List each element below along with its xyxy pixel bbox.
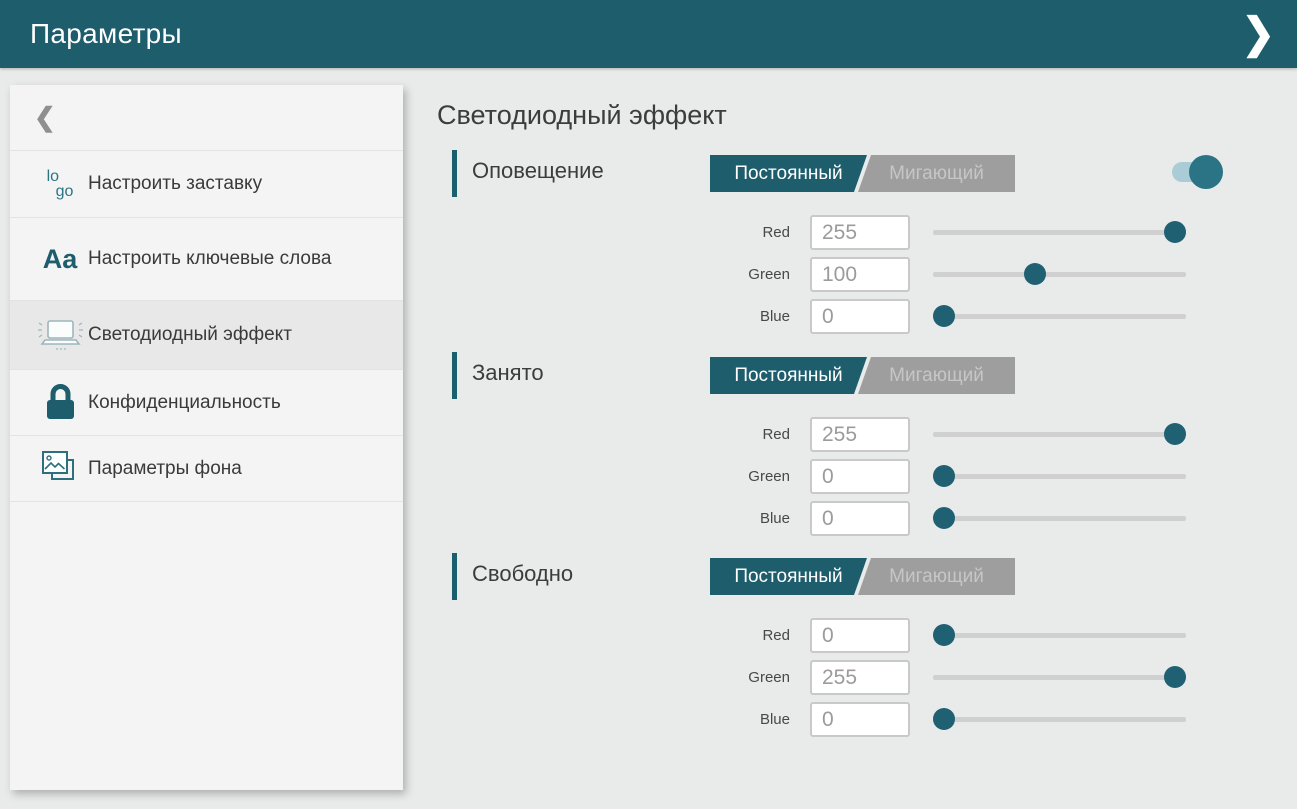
- slider-rail: [933, 432, 1186, 437]
- sidebar-item-led-effect[interactable]: Светодиодный эффект: [10, 301, 403, 370]
- tab-blinking[interactable]: Мигающий: [858, 558, 1015, 595]
- mode-tabs: Постоянный Мигающий: [710, 357, 1015, 394]
- lock-icon: [32, 383, 88, 423]
- sidebar-back-button[interactable]: ❮: [10, 85, 403, 151]
- green-channel-row: Green: [437, 257, 1207, 292]
- green-label: Green: [640, 459, 790, 494]
- red-value-input[interactable]: [810, 417, 910, 452]
- green-label: Green: [640, 660, 790, 695]
- keywords-aa-icon: Aa: [32, 244, 88, 275]
- slider-thumb[interactable]: [1164, 221, 1186, 243]
- slider-thumb[interactable]: [1024, 263, 1046, 285]
- slider-rail: [933, 314, 1186, 319]
- green-value-input[interactable]: [810, 257, 910, 292]
- blue-value-input[interactable]: [810, 501, 910, 536]
- content-title: Светодиодный эффект: [437, 100, 727, 131]
- section-alert: Оповещение Постоянный Мигающий Red Green…: [437, 150, 1207, 350]
- tab-solid[interactable]: Постоянный: [710, 357, 867, 394]
- section-title: Занято: [472, 360, 544, 386]
- logo-icon: lo go: [32, 169, 88, 199]
- green-slider[interactable]: [933, 459, 1186, 494]
- sidebar-item-background[interactable]: Параметры фона: [10, 436, 403, 502]
- section-accent-bar: [452, 352, 457, 399]
- tab-blinking[interactable]: Мигающий: [858, 155, 1015, 192]
- green-slider[interactable]: [933, 257, 1186, 292]
- section-accent-bar: [452, 150, 457, 197]
- sidebar: ❮ lo go Настроить заставку Aa Настроить …: [10, 85, 403, 790]
- green-slider[interactable]: [933, 660, 1186, 695]
- slider-thumb[interactable]: [933, 624, 955, 646]
- sidebar-item-label: Конфиденциальность: [88, 390, 299, 416]
- slider-rail: [933, 516, 1186, 521]
- slider-thumb[interactable]: [933, 507, 955, 529]
- red-slider[interactable]: [933, 215, 1186, 250]
- slider-rail: [933, 675, 1186, 680]
- sidebar-item-label: Светодиодный эффект: [88, 322, 310, 348]
- sidebar-item-label: Настроить заставку: [88, 171, 280, 197]
- section-free: Свободно Постоянный Мигающий Red Green B…: [437, 553, 1207, 753]
- red-channel-row: Red: [437, 215, 1207, 250]
- blue-label: Blue: [640, 702, 790, 737]
- chevron-left-icon: ❮: [34, 102, 56, 133]
- red-value-input[interactable]: [810, 618, 910, 653]
- blue-slider[interactable]: [933, 299, 1186, 334]
- section-title: Свободно: [472, 561, 573, 587]
- red-label: Red: [640, 215, 790, 250]
- sidebar-item-label: Настроить ключевые слова: [88, 246, 349, 272]
- green-value-input[interactable]: [810, 459, 910, 494]
- sidebar-item-privacy[interactable]: Конфиденциальность: [10, 370, 403, 436]
- blue-label: Blue: [640, 299, 790, 334]
- page-title: Параметры: [30, 18, 182, 50]
- slider-thumb[interactable]: [933, 305, 955, 327]
- red-slider[interactable]: [933, 417, 1186, 452]
- blue-slider[interactable]: [933, 501, 1186, 536]
- red-channel-row: Red: [437, 417, 1207, 452]
- sidebar-item-label: Параметры фона: [88, 456, 260, 482]
- section-title: Оповещение: [472, 158, 604, 184]
- app-header: Параметры ❯: [0, 0, 1297, 68]
- slider-thumb[interactable]: [1164, 423, 1186, 445]
- slider-thumb[interactable]: [1164, 666, 1186, 688]
- tab-solid[interactable]: Постоянный: [710, 155, 867, 192]
- section-accent-bar: [452, 553, 457, 600]
- red-slider[interactable]: [933, 618, 1186, 653]
- red-value-input[interactable]: [810, 215, 910, 250]
- slider-thumb[interactable]: [933, 708, 955, 730]
- mode-tabs: Постоянный Мигающий: [710, 155, 1015, 192]
- tab-blinking[interactable]: Мигающий: [858, 357, 1015, 394]
- slider-rail: [933, 230, 1186, 235]
- logo-icon-line2: go: [56, 183, 74, 200]
- mode-tabs: Постоянный Мигающий: [710, 558, 1015, 595]
- red-label: Red: [640, 417, 790, 452]
- slider-rail: [933, 272, 1186, 277]
- slider-rail: [933, 474, 1186, 479]
- green-channel-row: Green: [437, 459, 1207, 494]
- blue-value-input[interactable]: [810, 299, 910, 334]
- blue-channel-row: Blue: [437, 702, 1207, 737]
- green-label: Green: [640, 257, 790, 292]
- tab-solid[interactable]: Постоянный: [710, 558, 867, 595]
- slider-thumb[interactable]: [933, 465, 955, 487]
- chevron-right-icon[interactable]: ❯: [1241, 13, 1275, 55]
- blue-channel-row: Blue: [437, 299, 1207, 334]
- led-display-icon: [32, 317, 88, 353]
- blue-label: Blue: [640, 501, 790, 536]
- section-busy: Занято Постоянный Мигающий Red Green Blu…: [437, 352, 1207, 552]
- sidebar-item-keywords[interactable]: Aa Настроить ключевые слова: [10, 218, 403, 301]
- slider-rail: [933, 633, 1186, 638]
- toggle-knob: [1189, 155, 1223, 189]
- sidebar-item-splash[interactable]: lo go Настроить заставку: [10, 151, 403, 218]
- slider-rail: [933, 717, 1186, 722]
- background-images-icon: [32, 449, 88, 489]
- green-channel-row: Green: [437, 660, 1207, 695]
- red-channel-row: Red: [437, 618, 1207, 653]
- blue-slider[interactable]: [933, 702, 1186, 737]
- green-value-input[interactable]: [810, 660, 910, 695]
- blue-value-input[interactable]: [810, 702, 910, 737]
- blue-channel-row: Blue: [437, 501, 1207, 536]
- alert-toggle-on[interactable]: [1172, 155, 1223, 189]
- red-label: Red: [640, 618, 790, 653]
